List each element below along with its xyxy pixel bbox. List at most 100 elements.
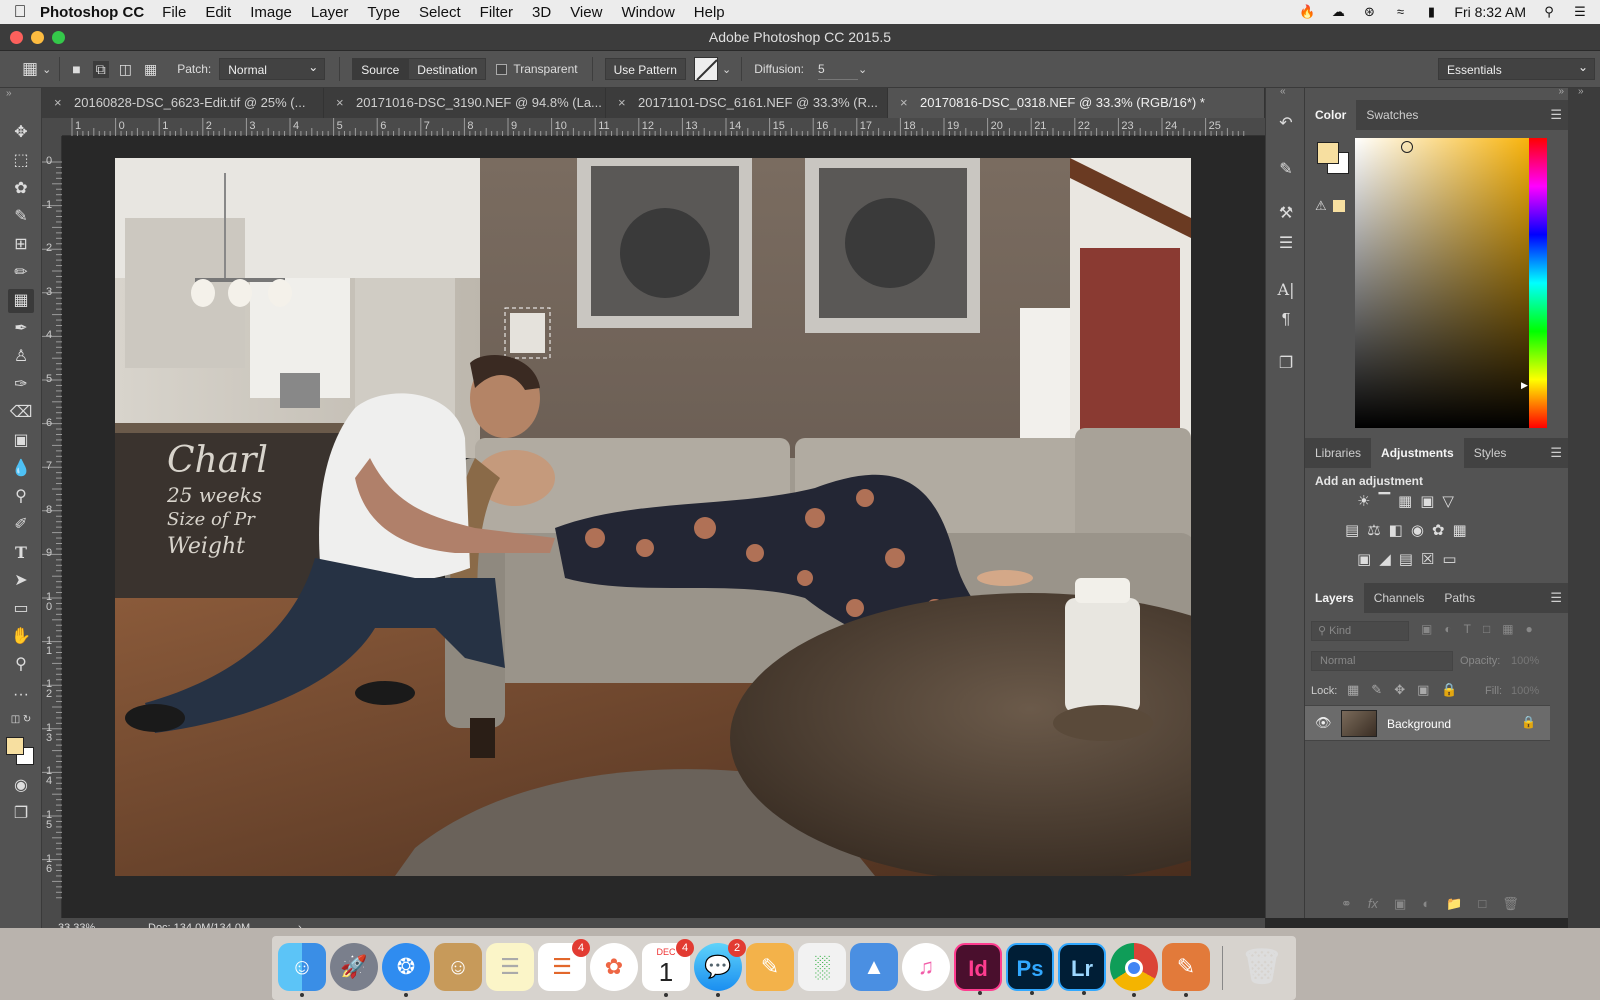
- cloud-icon[interactable]: ☁: [1330, 5, 1346, 19]
- link-layers-icon[interactable]: ⚭: [1341, 896, 1352, 912]
- panel-menu-icon[interactable]: ☰: [1550, 583, 1562, 613]
- wifi-icon[interactable]: ≈: [1392, 5, 1408, 19]
- subtract-from-selection-icon[interactable]: ◫: [119, 61, 132, 78]
- launchpad-icon[interactable]: 🚀: [330, 943, 378, 991]
- zoom-window-button[interactable]: [52, 31, 65, 44]
- battery-icon[interactable]: ▮: [1423, 5, 1439, 19]
- layer-lock-icon[interactable]: 🔒: [1521, 715, 1536, 729]
- photos-icon[interactable]: ✿: [590, 943, 638, 991]
- tab-swatches[interactable]: Swatches: [1356, 100, 1428, 130]
- calendar-icon[interactable]: DEC 1 4: [642, 939, 694, 997]
- menu-file[interactable]: File: [162, 4, 186, 21]
- lasso-tool-icon[interactable]: ✿: [8, 177, 34, 201]
- apple-icon[interactable]: : [0, 2, 40, 22]
- history-brush-tool-icon[interactable]: ✑: [8, 373, 34, 397]
- menu-filter[interactable]: Filter: [480, 4, 513, 21]
- history-panel-icon[interactable]: ↶: [1274, 112, 1298, 136]
- vertical-ruler[interactable]: 0 1 2 3 4 5 6 7 8 9 10 11 12 13 14 15 16: [42, 136, 62, 918]
- layer-style-icon[interactable]: fx: [1368, 896, 1378, 912]
- itunes-icon[interactable]: ♫: [902, 943, 950, 991]
- close-tab-icon[interactable]: ×: [54, 88, 62, 118]
- more-tools-icon[interactable]: ···: [8, 683, 34, 707]
- menu-image[interactable]: Image: [250, 4, 292, 21]
- smart-object-filter-icon[interactable]: ▦: [1502, 622, 1513, 636]
- color-field[interactable]: [1355, 138, 1537, 428]
- new-selection-icon[interactable]: ■: [72, 61, 80, 77]
- finder-icon[interactable]: ☺: [278, 943, 326, 997]
- type-tool-icon[interactable]: T: [8, 541, 34, 565]
- menu-window[interactable]: Window: [621, 4, 674, 21]
- add-to-selection-icon[interactable]: ⧉: [92, 60, 109, 78]
- adjustment-layer-filter-icon[interactable]: ◐: [1444, 622, 1451, 636]
- lock-transparent-icon[interactable]: ▦: [1347, 682, 1359, 698]
- transparent-checkbox[interactable]: [496, 63, 508, 75]
- channel-mixer-icon[interactable]: ✿: [1432, 521, 1445, 539]
- safari-icon[interactable]: ❂: [382, 943, 430, 997]
- layer-filter-select[interactable]: ⚲ Kind: [1311, 621, 1409, 641]
- menu-edit[interactable]: Edit: [205, 4, 231, 21]
- menu-layer[interactable]: Layer: [311, 4, 349, 21]
- hand-tool-icon[interactable]: ✋: [8, 625, 34, 649]
- contacts-icon[interactable]: ☺: [434, 943, 482, 991]
- properties-icon[interactable]: ☰: [1274, 232, 1298, 256]
- marquee-tool-icon[interactable]: ⬚: [8, 149, 34, 173]
- notes-icon[interactable]: ☰: [486, 943, 534, 991]
- menu-view[interactable]: View: [570, 4, 602, 21]
- screen-mode-icon[interactable]: ❐: [8, 802, 34, 826]
- new-group-icon[interactable]: 📁: [1446, 896, 1462, 912]
- tab-document-3[interactable]: × 20171101-DSC_6161.NEF @ 33.3% (R...: [606, 88, 888, 118]
- menu-select[interactable]: Select: [419, 4, 461, 21]
- add-mask-icon[interactable]: ▣: [1394, 896, 1406, 912]
- type-layer-filter-icon[interactable]: T: [1464, 622, 1471, 636]
- layer-row[interactable]: 👁 Background 🔒: [1305, 705, 1550, 741]
- default-colors-icon[interactable]: ◫ ↻: [8, 708, 34, 732]
- destination-button[interactable]: Destination: [408, 58, 487, 80]
- color-foreground-swatch[interactable]: [1317, 142, 1339, 164]
- lock-image-icon[interactable]: ✎: [1371, 682, 1382, 698]
- horizontal-ruler[interactable]: 1 0 1 2 3 4 5 6 7 8 9 10 11 12 13 14 15 16 17 18 19 20 21 22 23 2…: [62, 118, 1265, 136]
- close-tab-icon[interactable]: ×: [336, 88, 344, 118]
- indesign-icon[interactable]: Id: [954, 943, 1002, 995]
- patch-mode-select[interactable]: Normal: [219, 56, 326, 80]
- tool-presets-icon[interactable]: ⚒: [1274, 202, 1298, 226]
- chevron-down-icon[interactable]: ⌄: [42, 63, 51, 76]
- lock-all-icon[interactable]: 🔒: [1441, 682, 1457, 698]
- chrome-icon[interactable]: [1110, 943, 1158, 997]
- filter-toggle-icon[interactable]: ●: [1526, 622, 1533, 636]
- menu-clock[interactable]: Fri 8:32 AM: [1454, 4, 1526, 20]
- paragraph-panel-icon[interactable]: ¶: [1274, 308, 1298, 332]
- menu-3d[interactable]: 3D: [532, 4, 551, 21]
- delete-layer-icon[interactable]: 🗑: [1502, 896, 1519, 912]
- ruler-corner[interactable]: [42, 118, 62, 136]
- tab-document-2[interactable]: × 20171016-DSC_3190.NEF @ 94.8% (La...: [324, 88, 606, 118]
- crop-tool-icon[interactable]: ⊞: [8, 233, 34, 257]
- tab-document-4[interactable]: × 20170816-DSC_0318.NEF @ 33.3% (RGB/16*)…: [888, 88, 1265, 118]
- posterize-icon[interactable]: ◢: [1379, 550, 1391, 568]
- gamut-swatch[interactable]: [1333, 200, 1345, 212]
- layer-name[interactable]: Background: [1387, 717, 1451, 731]
- black-white-icon[interactable]: ◧: [1389, 521, 1403, 539]
- panel-collapse-icon[interactable]: »: [6, 88, 12, 99]
- photoshop-icon[interactable]: Ps: [1006, 943, 1054, 995]
- new-adjustment-layer-icon[interactable]: ◐: [1422, 896, 1430, 912]
- character-panel-icon[interactable]: A|: [1274, 278, 1298, 302]
- gradient-tool-icon[interactable]: ▣: [8, 429, 34, 453]
- notification-center-icon[interactable]: ☰: [1572, 5, 1588, 19]
- lightroom-icon[interactable]: Lr: [1058, 943, 1106, 995]
- ink-app-icon[interactable]: ✎: [1162, 943, 1210, 997]
- tab-channels[interactable]: Channels: [1364, 583, 1435, 613]
- panel-menu-icon[interactable]: ☰: [1550, 438, 1562, 468]
- 3d-panel-icon[interactable]: ❐: [1274, 352, 1298, 376]
- levels-icon[interactable]: ▔: [1378, 492, 1390, 510]
- foreground-color-swatch[interactable]: [6, 737, 24, 755]
- chevron-down-icon[interactable]: ⌄: [722, 63, 731, 76]
- spotlight-icon[interactable]: ⚲: [1541, 5, 1557, 19]
- brush-tool-icon[interactable]: ✒: [8, 317, 34, 341]
- hue-slider-handle[interactable]: ▶: [1521, 380, 1528, 391]
- tab-styles[interactable]: Styles: [1464, 438, 1517, 468]
- lock-position-icon[interactable]: ✥: [1394, 682, 1405, 698]
- selective-color-icon[interactable]: ☒: [1421, 550, 1434, 568]
- hue-saturation-icon[interactable]: ▤: [1345, 521, 1359, 539]
- visibility-eye-icon[interactable]: 👁: [1315, 715, 1332, 731]
- pixel-layer-filter-icon[interactable]: ▣: [1421, 622, 1432, 636]
